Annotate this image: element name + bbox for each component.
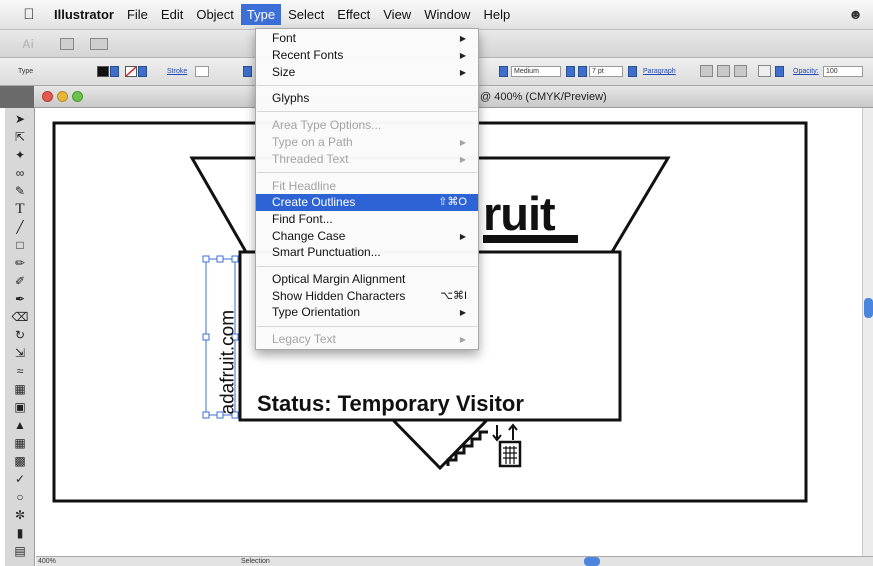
- menu-item-label: Recent Fonts: [272, 48, 344, 62]
- status-mode[interactable]: Selection: [241, 558, 270, 565]
- status-text: Status: Temporary Visitor: [257, 391, 524, 416]
- vertical-url-text[interactable]: adafruit.com: [218, 259, 240, 416]
- menu-item-label: Smart Punctuation...: [272, 245, 381, 259]
- menu-item-size[interactable]: Size ▶: [256, 64, 478, 81]
- shortcut-label: ⇧⌘O: [438, 196, 467, 208]
- horizontal-scroll-thumb[interactable]: [584, 557, 600, 566]
- menu-item-type-on-a-path: Type on a Path ▶: [256, 134, 478, 151]
- menu-separator: [257, 266, 477, 267]
- submenu-arrow-icon: ▶: [459, 51, 466, 60]
- menu-item-change-case[interactable]: Change Case ▶: [256, 228, 478, 245]
- selection-handle: [202, 255, 210, 263]
- menu-item-label: Show Hidden Characters: [272, 289, 406, 303]
- menu-separator: [257, 172, 477, 173]
- logo-wordmark: ruit: [483, 187, 556, 240]
- menu-item-find-font[interactable]: Find Font...: [256, 211, 478, 228]
- menu-item-glyphs[interactable]: Glyphs: [256, 90, 478, 107]
- menu-item-create-outlines[interactable]: Create Outlines ⇧⌘O: [256, 194, 478, 211]
- selection-handle: [202, 411, 210, 419]
- menu-item-recent-fonts[interactable]: Recent Fonts ▶: [256, 47, 478, 64]
- menu-item-label: Size: [272, 65, 296, 79]
- submenu-arrow-icon: ▶: [459, 308, 466, 317]
- vertical-url-label: adafruit.com: [217, 309, 239, 415]
- menu-item-show-hidden-characters[interactable]: Show Hidden Characters ⌥⌘I: [256, 288, 478, 305]
- shortcut-label: ⌥⌘I: [440, 290, 467, 302]
- zoom-level[interactable]: 400%: [38, 558, 56, 565]
- illustrator-screen:  Illustrator File Edit Object Type Sele…: [0, 0, 873, 566]
- menu-item-label: Fit Headline: [272, 179, 337, 193]
- type-menu-dropdown: Font ▶ Recent Fonts ▶ Size ▶ Glyphs Area Ty…: [255, 28, 479, 350]
- menu-item-legacy-text: Legacy Text ▶: [256, 331, 478, 348]
- submenu-arrow-icon: ▶: [459, 232, 466, 241]
- menu-separator: [257, 326, 477, 327]
- menu-separator: [257, 111, 477, 112]
- menu-item-label: Optical Margin Alignment: [272, 272, 406, 286]
- menu-item-label: Threaded Text: [272, 152, 349, 166]
- menu-item-label: Area Type Options...: [272, 118, 382, 132]
- menu-item-label: Find Font...: [272, 212, 333, 226]
- vertical-scroll-thumb[interactable]: [864, 298, 873, 318]
- submenu-arrow-icon: ▶: [459, 155, 466, 164]
- menu-item-optical-margin-alignment[interactable]: Optical Margin Alignment: [256, 271, 478, 288]
- submenu-arrow-icon: ▶: [459, 34, 466, 43]
- menu-item-label: Create Outlines: [272, 195, 356, 209]
- menu-item-label: Legacy Text: [272, 332, 336, 346]
- menu-separator: [257, 85, 477, 86]
- menu-item-smart-punctuation[interactable]: Smart Punctuation...: [256, 244, 478, 261]
- selection-handle: [202, 333, 210, 341]
- submenu-arrow-icon: ▶: [459, 68, 466, 77]
- menu-item-label: Font: [272, 31, 297, 45]
- menu-item-fit-headline: Fit Headline: [256, 178, 478, 195]
- menu-item-label: Glyphs: [272, 91, 310, 105]
- menu-item-label: Type Orientation: [272, 305, 361, 319]
- submenu-arrow-icon: ▶: [459, 335, 466, 344]
- menu-item-label: Type on a Path: [272, 135, 353, 149]
- menu-item-type-orientation[interactable]: Type Orientation ▶: [256, 304, 478, 321]
- menu-item-area-type-options: Area Type Options...: [256, 117, 478, 134]
- menu-item-threaded-text: Threaded Text ▶: [256, 151, 478, 168]
- menu-item-font[interactable]: Font ▶: [256, 30, 478, 47]
- vertical-scrollbar[interactable]: [862, 108, 873, 556]
- status-bar: 400% Selection: [36, 556, 873, 566]
- menu-item-label: Change Case: [272, 229, 346, 243]
- submenu-arrow-icon: ▶: [459, 138, 466, 147]
- up-down-arrows-icon: [492, 423, 518, 442]
